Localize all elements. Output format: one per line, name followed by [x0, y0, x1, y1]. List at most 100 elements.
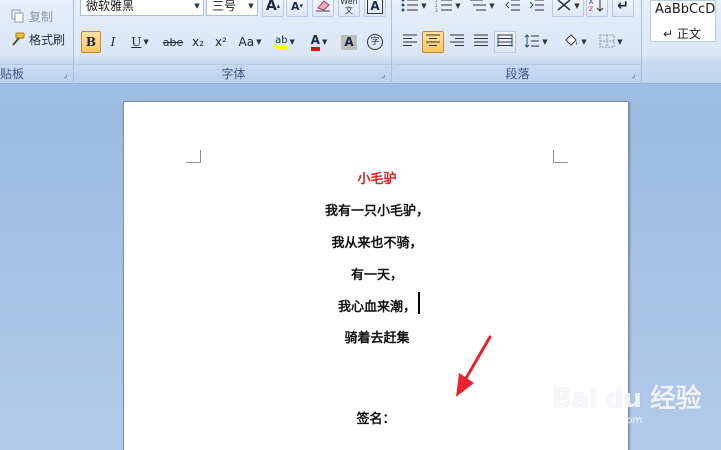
poem-line: 我有一只小毛驴，	[324, 204, 429, 219]
strikethrough-label: abe	[162, 35, 184, 49]
strikethrough-button[interactable]: abe	[160, 31, 186, 53]
multilevel-list-icon	[469, 0, 487, 15]
paint-bucket-icon	[563, 33, 579, 51]
line-spacing-icon	[524, 33, 540, 51]
multilevel-list-button[interactable]: ▼	[466, 0, 498, 17]
grow-font-label: A	[265, 0, 277, 14]
sort-icon: AZ	[589, 0, 605, 15]
svg-text:3: 3	[435, 8, 438, 12]
font-group-label-text: 字体	[221, 67, 246, 81]
highlight-label: ab	[275, 34, 288, 46]
paragraph-dialog-launcher-icon[interactable]: ⌟	[629, 70, 638, 79]
margin-corner-mark	[553, 150, 568, 163]
chevron-down-icon: ▼	[489, 2, 495, 10]
superscript-label: x²	[215, 35, 227, 49]
distributed-button[interactable]	[494, 31, 516, 53]
subscript-label: x₂	[192, 35, 204, 49]
italic-button[interactable]: I	[103, 31, 123, 53]
style-normal-tile[interactable]: AaBbCcD ↵ 正文	[650, 0, 716, 42]
watermark-logo: Bai du 经验	[552, 384, 702, 414]
line-spacing-button[interactable]: ▼	[520, 31, 552, 53]
change-case-button[interactable]: Aa ▼	[234, 31, 266, 53]
align-left-button[interactable]	[399, 31, 421, 53]
margin-corner-mark	[186, 150, 201, 163]
format-painter-button[interactable]: 格式刷	[10, 29, 65, 49]
shading-button[interactable]: ▼	[558, 31, 592, 53]
format-painter-label: 格式刷	[29, 32, 66, 47]
enclose-char-icon: 字	[367, 34, 383, 50]
chevron-down-icon: ▼	[194, 2, 200, 10]
increase-indent-icon	[529, 0, 545, 15]
shrink-font-button[interactable]: A ▾	[286, 0, 308, 17]
bold-label: B	[85, 35, 97, 49]
copy-icon	[10, 9, 25, 24]
style-name-label: ↵ 正文	[663, 27, 701, 41]
shrink-font-label: A	[290, 0, 300, 13]
subscript-button[interactable]: x₂	[187, 31, 209, 53]
paragraph-mark-icon: ↵	[617, 0, 629, 14]
paragraph-group-label: 段落	[394, 64, 641, 82]
align-center-button[interactable]	[422, 31, 444, 53]
chevron-down-icon: ▼	[574, 2, 580, 10]
chevron-down-icon: ▼	[421, 2, 427, 10]
copy-button[interactable]: 复制	[10, 6, 53, 26]
poem-line: 我心血来潮，	[337, 300, 416, 315]
justify-button[interactable]	[470, 31, 492, 53]
enclose-char-button[interactable]: 字	[364, 31, 386, 53]
border-icon	[599, 34, 615, 51]
chevron-down-icon: ▼	[581, 38, 587, 46]
distributed-icon	[497, 33, 513, 51]
sort-button[interactable]: AZ	[586, 0, 608, 17]
decrease-indent-icon	[505, 0, 521, 15]
annotation-arrow-icon	[456, 335, 492, 397]
chinese-layout-button[interactable]: ▼	[552, 0, 584, 17]
highlighter-icon: ab	[275, 34, 288, 50]
align-center-icon	[425, 34, 441, 51]
char-shading-button[interactable]: A	[338, 31, 360, 53]
bullets-button[interactable]: ▼	[398, 0, 430, 17]
font-size-dropdown[interactable]: 三号 ▼	[206, 0, 258, 16]
svg-text:Z: Z	[589, 6, 593, 12]
char-shading-icon: A	[341, 34, 357, 50]
borders-button[interactable]: ▼	[594, 31, 628, 53]
font-color-icon: A	[310, 33, 320, 51]
clear-format-button[interactable]	[312, 0, 334, 17]
bold-button[interactable]: B	[81, 31, 101, 53]
grow-font-button[interactable]: A ▴	[262, 0, 284, 17]
justify-icon	[473, 34, 489, 51]
char-shading-label: A	[344, 34, 354, 49]
clipboard-dialog-launcher-icon[interactable]: ⌟	[61, 70, 70, 79]
increase-indent-button[interactable]	[526, 0, 548, 17]
font-color-button[interactable]: A ▼	[304, 31, 334, 53]
chevron-down-icon: ▼	[455, 2, 461, 10]
char-border-icon: A	[367, 0, 383, 14]
phonetic-guide-button[interactable]: Wén 文	[338, 0, 360, 17]
change-case-label: Aa	[238, 35, 255, 49]
clipboard-group: 复制 格式刷 贴板 ⌟	[0, 0, 74, 84]
clipboard-group-label-text: 贴板	[0, 67, 25, 81]
highlight-button[interactable]: ab ▼	[270, 31, 300, 53]
poem-line: 骑着去赶集	[344, 331, 410, 346]
font-name-value: 微软雅黑	[86, 0, 135, 13]
show-marks-button[interactable]: ↵	[612, 0, 634, 17]
watermark-url: jingyan.baidu.com	[550, 415, 643, 426]
paragraph-group: ▼ 123 ▼ ▼ ▼ AZ ↵ ▼ ▼ ▼ 段落 ⌟	[394, 0, 642, 84]
superscript-button[interactable]: x²	[210, 31, 232, 53]
baidu-watermark: Bai du 经验 jingyan.baidu.com	[548, 378, 718, 438]
font-dialog-launcher-icon[interactable]: ⌟	[379, 70, 388, 79]
numbering-button[interactable]: 123 ▼	[432, 0, 464, 17]
poem-line: 有一天，	[350, 268, 403, 283]
ribbon: 复制 格式刷 贴板 ⌟ 微软雅黑 ▼ 三号 ▼ A ▴ A ▾ Wén 文 A …	[0, 0, 721, 84]
font-name-dropdown[interactable]: 微软雅黑 ▼	[80, 0, 204, 16]
underline-button[interactable]: U ▼	[125, 31, 155, 53]
bullet-list-icon	[401, 0, 419, 15]
align-right-button[interactable]	[446, 31, 468, 53]
char-border-button[interactable]: A	[364, 0, 386, 17]
paragraph-group-label-text: 段落	[505, 67, 530, 81]
styles-group: AaBbCcD ↵ 正文	[644, 0, 721, 84]
poem-title: 小毛驴	[357, 172, 397, 187]
decrease-indent-button[interactable]	[502, 0, 524, 17]
chevron-down-icon: ▼	[256, 38, 262, 46]
style-sample-text: AaBbCcD	[655, 2, 716, 17]
poem-line: 我从来也不骑，	[331, 236, 423, 251]
